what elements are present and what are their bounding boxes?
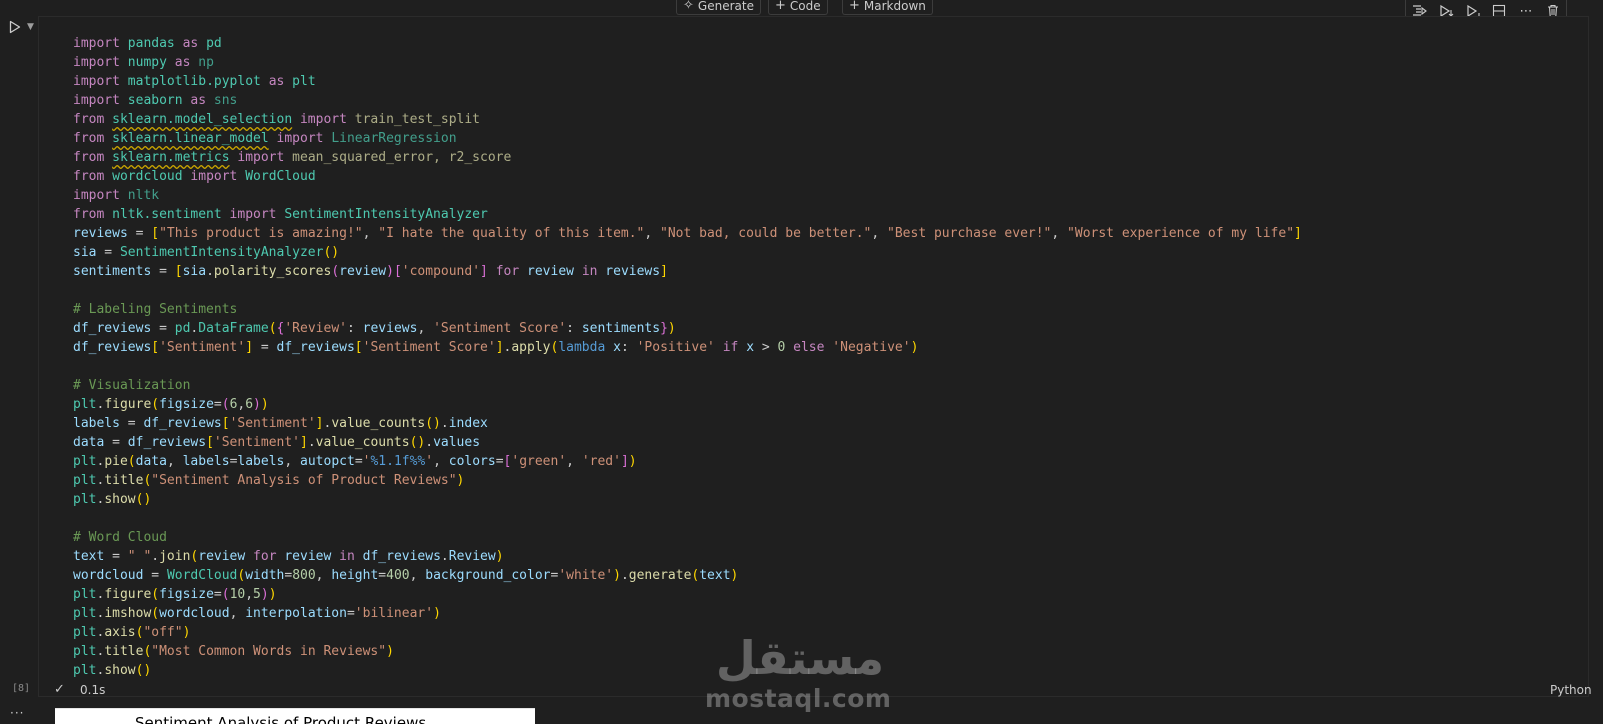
code-line: plt.title("Sentiment Analysis of Product…	[73, 473, 465, 488]
code-line: from sklearn.model_selection import trai…	[73, 112, 481, 127]
check-icon: ✓	[54, 682, 65, 697]
code-line: import seaborn as sns	[73, 93, 238, 108]
code-line: labels = df_reviews['Sentiment'].value_c…	[73, 416, 488, 431]
sparkle-icon: ✧	[683, 0, 694, 13]
code-line: from sklearn.metrics import mean_squared…	[73, 150, 512, 165]
code-line: # Visualization	[73, 378, 191, 393]
watermark-logo: مستقل	[716, 631, 884, 685]
code-line: plt.pie(data, labels=labels, autopct='%1…	[73, 454, 637, 469]
code-line: plt.axis("off")	[73, 625, 191, 640]
code-line: import matplotlib.pyplot as plt	[73, 74, 316, 89]
code-line: plt.show()	[73, 492, 152, 507]
add-code-cell-button[interactable]: + Code	[768, 0, 828, 15]
code-line: sia = SentimentIntensityAnalyzer()	[73, 245, 340, 260]
add-markdown-cell-button[interactable]: + Markdown	[842, 0, 933, 15]
insert-cell-bar: ✧ Generate + Code + Markdown	[0, 0, 1603, 16]
code-line: df_reviews['Sentiment'] = df_reviews['Se…	[73, 340, 919, 355]
code-line: import nltk	[73, 188, 160, 203]
code-line: sentiments = [sia.polarity_scores(review…	[73, 264, 668, 279]
run-cell-area: ▼	[6, 18, 34, 36]
code-line: from sklearn.linear_model import LinearR…	[73, 131, 457, 146]
play-icon[interactable]	[6, 18, 24, 36]
watermark-text: mostaql.com	[705, 684, 892, 713]
code-line: # Word Cloud	[73, 530, 167, 545]
code-line: # Labeling Sentiments	[73, 302, 238, 317]
output-figure: Sentiment Analysis of Product Reviews	[55, 708, 535, 724]
code-editor[interactable]: import pandas as pd import numpy as np i…	[73, 34, 1302, 680]
code-line: df_reviews = pd.DataFrame({'Review': rev…	[73, 321, 676, 336]
execution-count: [8]	[12, 683, 31, 694]
generate-label: Generate	[697, 0, 754, 13]
code-line: plt.figure(figsize=(6,6))	[73, 397, 269, 412]
markdown-label: Markdown	[863, 0, 926, 13]
code-line: from nltk.sentiment import SentimentInte…	[73, 207, 488, 222]
language-selector[interactable]: Python	[1550, 683, 1592, 697]
code-line: plt.imshow(wordcloud, interpolation='bil…	[73, 606, 441, 621]
code-line: from wordcloud import WordCloud	[73, 169, 316, 184]
code-cell[interactable]: import pandas as pd import numpy as np i…	[38, 16, 1589, 697]
code-line: data = df_reviews['Sentiment'].value_cou…	[73, 435, 481, 450]
code-line: wordcloud = WordCloud(width=800, height=…	[73, 568, 739, 583]
watermark-arabic: مستقل	[716, 631, 884, 685]
generate-button[interactable]: ✧ Generate	[676, 0, 761, 15]
code-label: Code	[789, 0, 821, 13]
code-line: text = " ".join(review for review in df_…	[73, 549, 504, 564]
plus-icon: +	[849, 0, 860, 13]
code-line: plt.title("Most Common Words in Reviews"…	[73, 644, 394, 659]
code-line: import pandas as pd	[73, 36, 222, 51]
more-icon[interactable]: ···	[10, 706, 24, 720]
plus-icon: +	[775, 0, 786, 13]
execution-time: 0.1s	[80, 683, 106, 697]
code-line: plt.show()	[73, 663, 152, 678]
code-line: import numpy as np	[73, 55, 214, 70]
code-line: reviews = ["This product is amazing!", "…	[73, 226, 1302, 241]
code-line: plt.figure(figsize=(10,5))	[73, 587, 277, 602]
chevron-down-icon[interactable]: ▼	[27, 22, 34, 32]
